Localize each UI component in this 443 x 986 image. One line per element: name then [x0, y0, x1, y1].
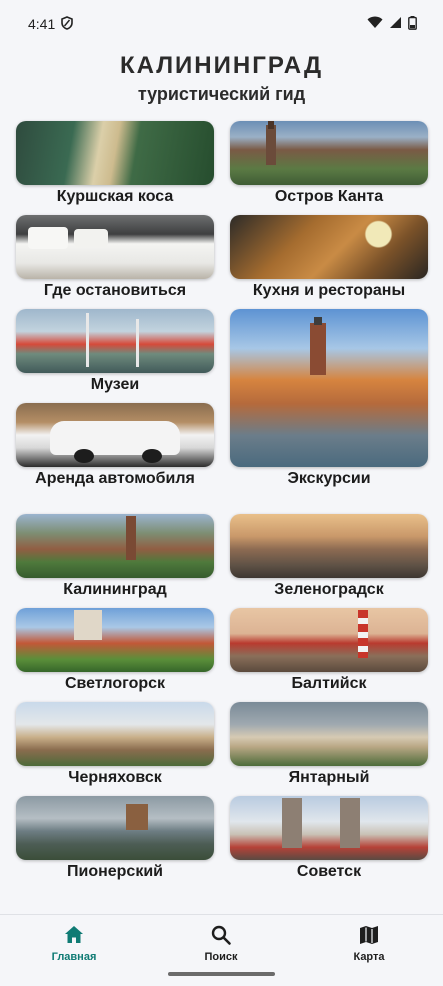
card-label: Калининград — [63, 581, 167, 598]
card-label: Светлогорск — [64, 675, 166, 692]
card-label: Янтарный — [288, 769, 370, 786]
battery-icon — [408, 15, 417, 33]
food-image — [230, 215, 428, 279]
nav-map[interactable]: Карта — [314, 923, 424, 973]
home-icon — [62, 923, 86, 947]
gesture-bar[interactable] — [168, 972, 275, 976]
status-right — [367, 15, 417, 33]
card-label: Советск — [296, 863, 362, 880]
zelenogradsk-image — [230, 514, 428, 578]
map-icon — [357, 923, 381, 947]
shield-icon — [61, 15, 74, 33]
signal-icon — [389, 16, 402, 32]
status-time: 4:41 — [28, 16, 56, 32]
nav-map-label: Карта — [353, 951, 385, 963]
nav-home[interactable]: Главная — [19, 923, 129, 973]
card-label: Зеленоградск — [274, 581, 384, 598]
museum-image — [16, 309, 214, 373]
card-label: Музеи — [90, 376, 140, 393]
card-label: Балтийск — [291, 675, 367, 692]
page-subtitle: туристический гид — [137, 84, 306, 104]
kurshskaya-kosa-image — [16, 121, 214, 185]
nav-search[interactable]: Поиск — [166, 923, 276, 973]
card-label: Кухня и рестораны — [252, 282, 406, 299]
baltiysk-image — [230, 608, 428, 672]
status-bar: 4:41 — [0, 0, 443, 48]
hotel-image — [16, 215, 214, 279]
car-image — [16, 403, 214, 467]
card-label: Аренда автомобиля — [35, 470, 195, 487]
card-label: Где остановиться — [43, 282, 187, 299]
excursions-image — [230, 309, 428, 467]
wifi-icon — [367, 16, 383, 32]
nav-home-label: Главная — [51, 951, 97, 963]
card-label: Экскурсии — [287, 470, 371, 487]
status-left: 4:41 — [28, 15, 74, 33]
card-label: Куршская коса — [56, 188, 174, 205]
search-icon — [209, 923, 233, 947]
ostrov-kanta-image — [230, 121, 428, 185]
card-label: Остров Канта — [274, 188, 384, 205]
sovetsk-image — [230, 796, 428, 860]
kaliningrad-image — [16, 514, 214, 578]
card-label: Пионерский — [66, 863, 164, 880]
nav-search-label: Поиск — [204, 951, 238, 963]
page-title: КАЛИНИНГРАД — [119, 52, 324, 79]
svetlogorsk-image — [16, 608, 214, 672]
chernyahovsk-image — [16, 702, 214, 766]
pionersky-image — [16, 796, 214, 860]
card-label: Черняховск — [68, 769, 162, 786]
yantarny-image — [230, 702, 428, 766]
